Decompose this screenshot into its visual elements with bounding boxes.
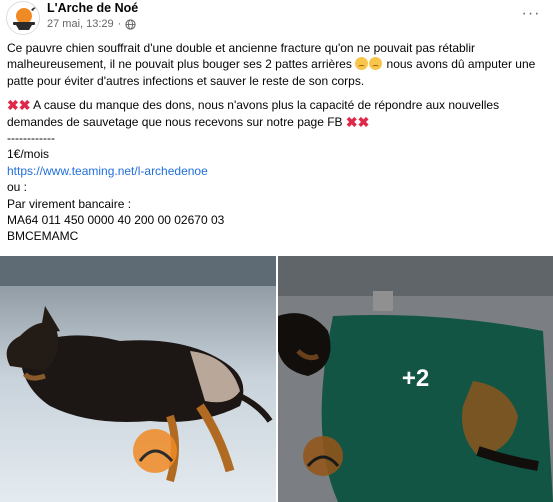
cross-mark-icon-3: ✖ — [345, 113, 358, 130]
donation-amount: 1€/mois — [7, 147, 50, 162]
bic: BMCEMAMC — [7, 229, 79, 244]
separator-line: ------------ — [7, 131, 55, 146]
photo-gallery: +2 — [0, 256, 553, 502]
page-avatar[interactable] — [6, 1, 40, 35]
post-header: L'Arche de Noé 27 mai, 13:29 · ··· — [0, 0, 553, 36]
sad-face-emoji-icon-2 — [369, 57, 383, 71]
donation-link[interactable]: https://www.teaming.net/l-archedenoe — [7, 164, 208, 178]
page-name[interactable]: L'Arche de Noé — [47, 1, 138, 15]
post-paragraph-2-text: A cause du manque des dons, nous n'avons… — [7, 98, 500, 129]
more-photos-count: +2 — [401, 365, 430, 392]
post-date[interactable]: 27 mai, 13:29 — [47, 18, 114, 30]
photo-1[interactable] — [0, 256, 276, 502]
post-paragraph-1: Ce pauvre chien souffrait d'une double e… — [7, 40, 547, 89]
cross-mark-icon-4: ✖ — [357, 113, 370, 130]
sad-face-emoji-icon — [355, 57, 369, 71]
arche-logo-icon — [13, 7, 37, 30]
or-text: ou : — [7, 180, 28, 195]
more-options-icon: ··· — [521, 5, 541, 22]
post-body: Ce pauvre chien souffrait d'une double e… — [7, 40, 547, 245]
transfer-label: Par virement bancaire : — [7, 196, 132, 211]
cross-mark-icon: ✖ — [7, 97, 19, 114]
meta-separator: · — [117, 18, 122, 30]
iban: MA64 011 450 0000 40 200 00 02670 03 — [7, 213, 225, 228]
cross-mark-icon-2: ✖ — [18, 97, 31, 114]
more-options-button[interactable]: ··· — [519, 4, 543, 24]
globe-icon[interactable] — [125, 18, 136, 30]
photo-2[interactable]: +2 — [278, 256, 553, 502]
post-paragraph-2: ✖✖ A cause du manque des dons, nous n'av… — [7, 97, 547, 130]
dog-on-table-image — [0, 256, 276, 502]
post-meta: 27 mai, 13:29 · — [47, 18, 136, 30]
more-photos-overlay[interactable]: +2 — [278, 256, 553, 502]
